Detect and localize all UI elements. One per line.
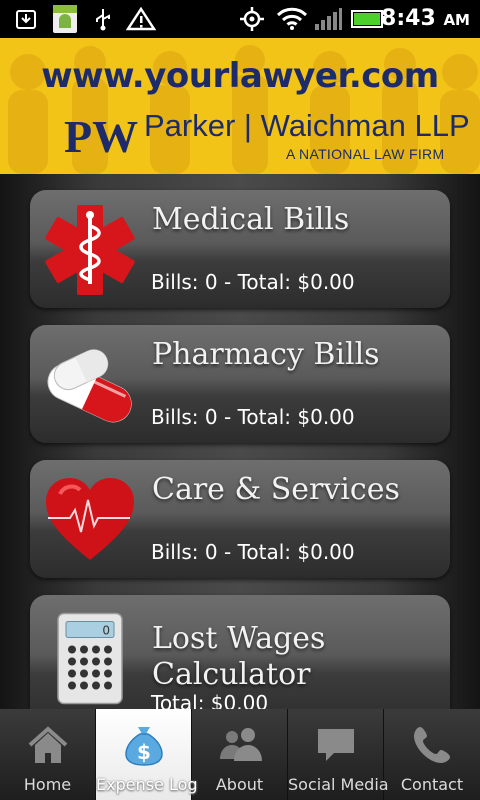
tab-expense-log[interactable]: $ Expense Log <box>96 709 198 800</box>
gps-icon <box>240 7 264 31</box>
tab-about[interactable]: About <box>192 709 288 800</box>
status-bar: 8:43 AM <box>0 0 480 38</box>
medical-bills-card[interactable]: Medical Bills Bills: 0 - Total: $0.00 <box>30 190 450 308</box>
signal-icon <box>315 8 342 30</box>
law-firm-banner[interactable]: www.yourlawyer.com PW Parker | Waichman … <box>0 38 480 174</box>
tab-social-media[interactable]: Social Media <box>288 709 389 800</box>
svg-text:PW: PW <box>64 111 138 158</box>
money-bag-icon: $ <box>124 727 163 766</box>
people-icon <box>219 728 262 761</box>
tab-home[interactable]: Home <box>0 709 96 800</box>
care-services-card[interactable]: Care & Services Bills: 0 - Total: $0.00 <box>30 460 450 578</box>
card-summary: Total: $0.00 <box>151 691 269 709</box>
tab-contact[interactable]: Contact <box>384 709 480 800</box>
bottom-tab-bar: Home $ Expense Log About Social Media Co… <box>0 709 480 800</box>
card-title: Lost Wages Calculator <box>152 621 326 692</box>
card-summary: Bills: 0 - Total: $0.00 <box>151 405 355 429</box>
calculator-icon: 0 <box>57 612 123 705</box>
clock: 8:43 AM <box>381 6 470 31</box>
card-summary: Bills: 0 - Total: $0.00 <box>151 540 355 564</box>
phone-icon <box>414 727 450 763</box>
firm-tagline: A NATIONAL LAW FIRM <box>286 146 445 162</box>
pharmacy-bills-card[interactable]: Pharmacy Bills Bills: 0 - Total: $0.00 <box>30 325 450 443</box>
svg-text:$: $ <box>137 740 151 764</box>
firm-name: Parker | Waichman LLP <box>144 108 470 143</box>
heart-icon <box>46 478 134 560</box>
wifi-icon <box>276 7 308 30</box>
usb-icon <box>96 9 110 31</box>
medical-star-of-life-icon <box>45 205 135 295</box>
home-icon <box>28 726 67 763</box>
warning-icon <box>126 7 156 31</box>
website-url[interactable]: www.yourlawyer.com <box>0 56 480 96</box>
card-summary: Bills: 0 - Total: $0.00 <box>151 270 355 294</box>
lost-wages-card[interactable]: 0 Lost Wages Calculator Total: $0.00 <box>30 595 450 709</box>
card-title: Pharmacy Bills <box>152 337 380 372</box>
svg-text:0: 0 <box>102 624 110 638</box>
speech-bubble-icon <box>317 729 354 761</box>
download-icon <box>16 10 36 29</box>
card-title: Care & Services <box>152 472 400 507</box>
pill-capsule-icon <box>47 349 132 423</box>
android-market-icon <box>53 5 77 33</box>
parker-waichman-logo: PW <box>64 111 138 158</box>
expense-category-list[interactable]: Medical Bills Bills: 0 - Total: $0.00 Ph… <box>0 174 480 709</box>
card-title: Medical Bills <box>152 202 350 237</box>
